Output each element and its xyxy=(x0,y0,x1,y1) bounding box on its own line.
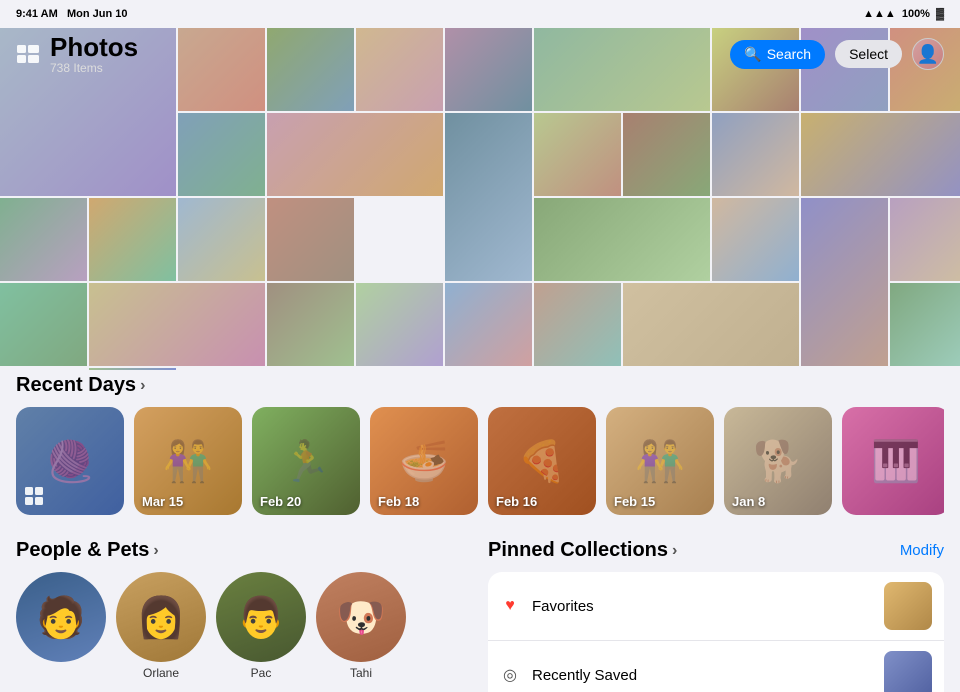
day-label: Mar 15 xyxy=(142,494,183,509)
photo-cell[interactable] xyxy=(623,283,799,366)
time: 9:41 AM xyxy=(16,8,58,20)
photo-cell[interactable] xyxy=(0,198,87,281)
recent-days-title[interactable]: Recent Days › xyxy=(16,374,145,397)
search-button[interactable]: 🔍 Search xyxy=(730,40,825,69)
photo-cell[interactable] xyxy=(178,113,265,196)
photo-cell[interactable] xyxy=(445,283,532,366)
day-card[interactable]: 🍜Feb 18 xyxy=(370,407,478,515)
photo-cell[interactable] xyxy=(0,283,87,366)
day-label: Feb 16 xyxy=(496,494,537,509)
recent-days-scroll[interactable]: 🧶👫Mar 15🏃Feb 20🍜Feb 18🍕Feb 16👫Feb 15🐕Jan… xyxy=(16,407,944,519)
photo-cell[interactable] xyxy=(712,113,799,196)
person-card[interactable]: 👩Orlane xyxy=(116,572,206,680)
pinned-chevron: › xyxy=(672,542,677,560)
person-card[interactable]: 🧑 xyxy=(16,572,106,680)
photo-cell[interactable] xyxy=(89,283,265,366)
photo-cell[interactable] xyxy=(801,198,888,366)
app-header: Photos 738 Items 🔍 Search Select 👤 xyxy=(0,28,960,80)
day-card[interactable]: 🏃Feb 20 xyxy=(252,407,360,515)
person-name: Tahi xyxy=(316,666,406,680)
battery-level: 100% xyxy=(902,8,930,20)
avatar[interactable]: 👤 xyxy=(912,38,944,70)
search-label: Search xyxy=(767,46,811,62)
photo-cell[interactable] xyxy=(178,198,265,281)
pinned-item-name: Recently Saved xyxy=(532,667,872,684)
day-card-icon xyxy=(24,486,44,509)
people-scroll[interactable]: 🧑👩Orlane👨Pac🐶Tahi xyxy=(16,572,472,680)
date: Mon Jun 10 xyxy=(67,8,128,20)
day-card[interactable]: 🍕Feb 16 xyxy=(488,407,596,515)
page-title: Photos xyxy=(50,33,138,62)
day-label: Feb 15 xyxy=(614,494,655,509)
pinned-item-thumbnail xyxy=(884,651,932,692)
header-actions: 🔍 Search Select 👤 xyxy=(730,38,944,70)
photo-cell[interactable] xyxy=(267,198,354,281)
pinned-collections-section: Pinned Collections › Modify ♥ Favorites ◎ R… xyxy=(488,535,944,692)
people-and-pets-section: People & Pets › 🧑👩Orlane👨Pac🐶Tahi xyxy=(16,535,472,692)
pinned-header: Pinned Collections › Modify xyxy=(488,535,944,562)
pinned-item[interactable]: ♥ Favorites xyxy=(488,572,944,641)
person-name: Orlane xyxy=(116,666,206,680)
day-label: Jan 8 xyxy=(732,494,765,509)
pinned-item-icon: ♥ xyxy=(500,597,520,615)
photo-cell[interactable] xyxy=(267,113,443,196)
status-bar: 9:41 AM Mon Jun 10 ▲▲▲ 100% ▓ xyxy=(0,0,960,28)
search-icon: 🔍 xyxy=(744,46,761,63)
grid-view-icon[interactable] xyxy=(16,42,40,66)
day-card[interactable]: 🐕Jan 8 xyxy=(724,407,832,515)
photo-cell[interactable] xyxy=(267,283,354,366)
person-card[interactable]: 🐶Tahi xyxy=(316,572,406,680)
select-button[interactable]: Select xyxy=(835,40,902,68)
recent-days-chevron: › xyxy=(140,377,145,395)
photo-cell[interactable] xyxy=(534,283,621,366)
day-card[interactable]: 👫Mar 15 xyxy=(134,407,242,515)
item-count: 738 Items xyxy=(50,61,138,75)
recent-days-header: Recent Days › xyxy=(16,370,944,397)
title-block: Photos 738 Items xyxy=(50,33,138,76)
photo-cell[interactable] xyxy=(712,198,799,281)
wifi-icon: ▲▲▲ xyxy=(863,8,896,20)
battery-icon: ▓ xyxy=(936,8,944,20)
photo-cell[interactable] xyxy=(445,113,532,281)
day-label: Feb 18 xyxy=(378,494,419,509)
photo-cell[interactable] xyxy=(89,198,176,281)
photo-cell[interactable] xyxy=(890,283,960,366)
pinned-item-thumbnail xyxy=(884,582,932,630)
people-pets-chevron: › xyxy=(153,542,158,560)
person-card[interactable]: 👨Pac xyxy=(216,572,306,680)
photo-cell[interactable] xyxy=(801,113,960,196)
pinned-item-name: Favorites xyxy=(532,598,872,615)
people-pets-header: People & Pets › xyxy=(16,535,472,562)
modify-button[interactable]: Modify xyxy=(900,542,944,559)
day-label: Feb 20 xyxy=(260,494,301,509)
people-pets-title[interactable]: People & Pets › xyxy=(16,539,159,562)
day-card[interactable]: 🧶 xyxy=(16,407,124,515)
photo-cell[interactable] xyxy=(623,113,710,196)
photo-cell[interactable] xyxy=(534,198,710,281)
photo-cell[interactable] xyxy=(890,198,960,281)
photo-cell[interactable] xyxy=(534,113,621,196)
bottom-sections: People & Pets › 🧑👩Orlane👨Pac🐶Tahi Pinned… xyxy=(16,535,944,692)
person-name: Pac xyxy=(216,666,306,680)
pinned-title[interactable]: Pinned Collections › xyxy=(488,539,677,562)
status-time-date: 9:41 AM Mon Jun 10 xyxy=(16,8,127,20)
status-indicators: ▲▲▲ 100% ▓ xyxy=(863,8,944,20)
pinned-item[interactable]: ◎ Recently Saved xyxy=(488,641,944,692)
header-left: Photos 738 Items xyxy=(16,33,138,76)
pinned-list: ♥ Favorites ◎ Recently Saved xyxy=(488,572,944,692)
day-card[interactable]: 👫Feb 15 xyxy=(606,407,714,515)
day-card[interactable]: 🎹 xyxy=(842,407,944,515)
pinned-item-icon: ◎ xyxy=(500,665,520,685)
photo-cell[interactable] xyxy=(356,283,443,366)
scroll-area: Recent Days › 🧶👫Mar 15🏃Feb 20🍜Feb 18🍕Feb… xyxy=(0,370,960,692)
